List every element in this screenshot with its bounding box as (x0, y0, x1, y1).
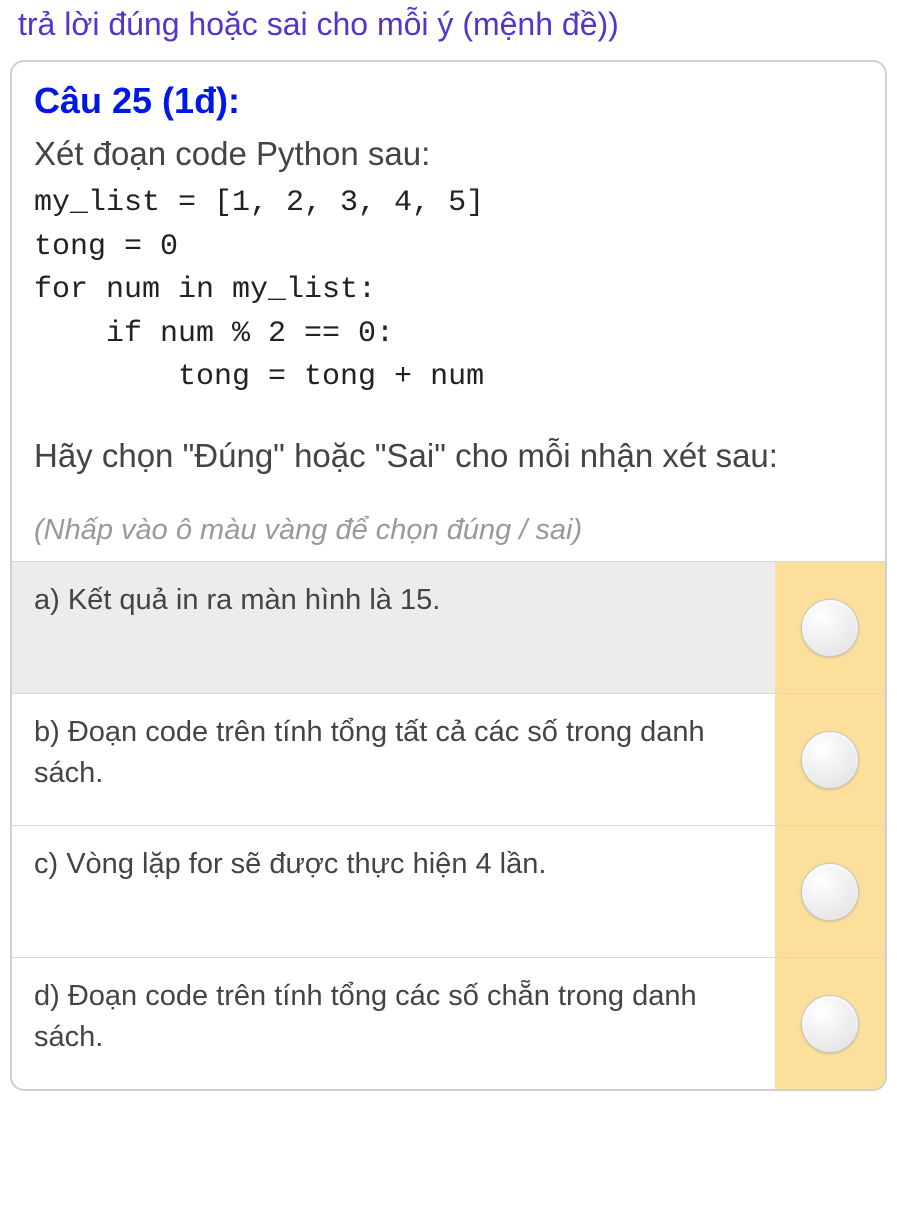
option-toggle-a[interactable] (775, 562, 885, 693)
option-row-c: c) Vòng lặp for sẽ được thực hiện 4 lần. (12, 825, 885, 957)
question-intro: Xét đoạn code Python sau: (12, 128, 885, 181)
top-instruction: trả lời đúng hoặc sai cho mỗi ý (mệnh đề… (0, 0, 897, 54)
option-row-a: a) Kết quả in ra màn hình là 15. (12, 561, 885, 693)
question-box: Câu 25 (1đ): Xét đoạn code Python sau: m… (10, 60, 887, 1092)
radio-icon (801, 863, 859, 921)
radio-icon (801, 731, 859, 789)
code-block: my_list = [1, 2, 3, 4, 5] tong = 0 for n… (12, 180, 885, 410)
radio-icon (801, 599, 859, 657)
hint-text: (Nhấp vào ô màu vàng để chọn đúng / sai) (12, 496, 885, 561)
option-toggle-c[interactable] (775, 826, 885, 957)
option-text-a: a) Kết quả in ra màn hình là 15. (12, 562, 775, 693)
option-row-d: d) Đoạn code trên tính tổng các số chẵn … (12, 957, 885, 1089)
question-title: Câu 25 (1đ): (12, 80, 885, 128)
radio-icon (801, 995, 859, 1053)
option-text-c: c) Vòng lặp for sẽ được thực hiện 4 lần. (12, 826, 775, 957)
option-row-b: b) Đoạn code trên tính tổng tất cả các s… (12, 693, 885, 825)
question-prompt: Hãy chọn "Đúng" hoặc "Sai" cho mỗi nhận … (12, 410, 885, 497)
option-toggle-b[interactable] (775, 694, 885, 825)
option-toggle-d[interactable] (775, 958, 885, 1089)
option-text-d: d) Đoạn code trên tính tổng các số chẵn … (12, 958, 775, 1089)
option-text-b: b) Đoạn code trên tính tổng tất cả các s… (12, 694, 775, 825)
